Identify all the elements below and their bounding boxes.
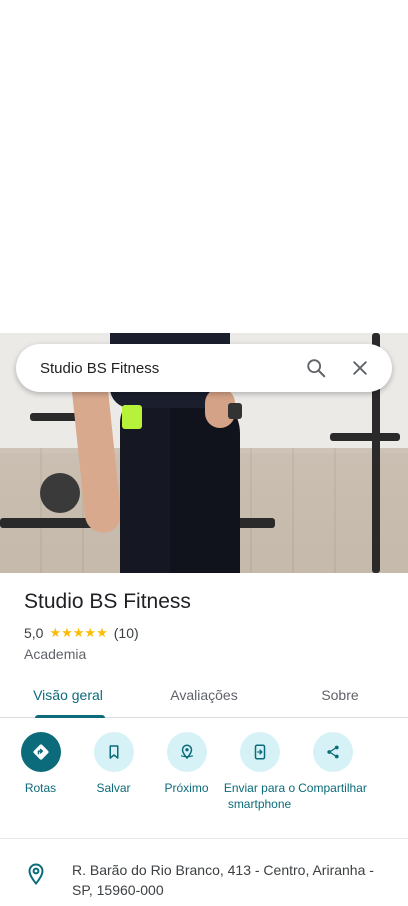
photo-bike-right [330, 433, 400, 441]
tab-about[interactable]: Sobre [272, 672, 408, 717]
place-category[interactable]: Academia [24, 646, 86, 662]
search-icon[interactable] [298, 350, 334, 386]
share-button[interactable]: Compartilhar [296, 732, 369, 838]
share-label: Compartilhar [298, 781, 367, 795]
tab-reviews[interactable]: Avaliações [136, 672, 272, 717]
tab-bar: Visão geral Avaliações Sobre [0, 672, 408, 718]
rating-row[interactable]: 5,0 ★★★★★ (10) [24, 625, 139, 641]
save-label: Salvar [96, 781, 131, 795]
send-to-phone-label: Enviar para o smartphone [223, 781, 296, 811]
photo-bike-wheel [40, 473, 80, 513]
photo-watch [228, 403, 242, 419]
directions-icon [20, 732, 61, 772]
address-row[interactable]: R. Barão do Rio Branco, 413 - Centro, Ar… [24, 860, 394, 900]
divider [0, 838, 408, 839]
share-icon [312, 732, 353, 772]
place-title: Studio BS Fitness [24, 590, 191, 613]
tab-overview[interactable]: Visão geral [0, 672, 136, 718]
nearby-label: Próximo [164, 781, 209, 795]
review-count[interactable]: (10) [114, 625, 139, 641]
address-text[interactable]: R. Barão do Rio Branco, 413 - Centro, Ar… [72, 860, 394, 900]
directions-button[interactable]: Rotas [4, 732, 77, 838]
directions-label: Rotas [24, 781, 57, 795]
search-bar[interactable]: Studio BS Fitness [16, 344, 392, 392]
location-pin-icon [24, 862, 48, 886]
nearby-icon [166, 732, 207, 772]
action-bar: Rotas Salvar Próximo Enviar para o smart… [0, 732, 408, 838]
rating-value: 5,0 [24, 625, 44, 641]
nearby-button[interactable]: Próximo [150, 732, 223, 838]
save-button[interactable]: Salvar [77, 732, 150, 838]
close-icon[interactable] [342, 350, 378, 386]
rating-stars: ★★★★★ [49, 625, 108, 640]
send-to-phone-icon [239, 732, 280, 772]
search-query[interactable]: Studio BS Fitness [40, 360, 290, 377]
photo-neon-detail [122, 405, 142, 429]
send-to-phone-button[interactable]: Enviar para o smartphone [223, 732, 296, 838]
bookmark-icon [93, 732, 134, 772]
